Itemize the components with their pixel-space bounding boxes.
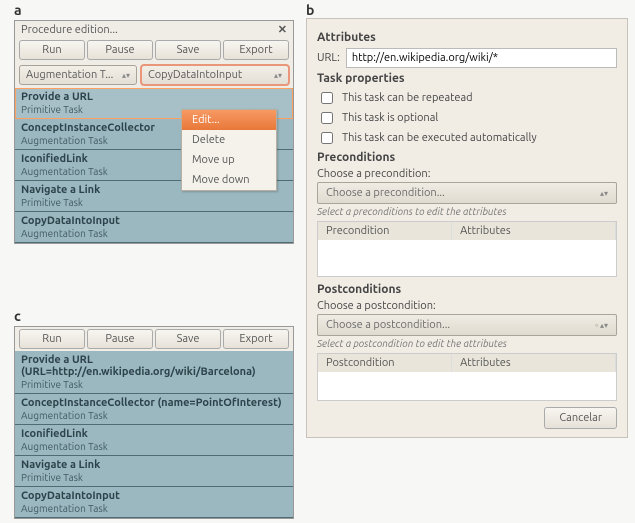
save-button[interactable]: Save (155, 40, 221, 60)
save-button[interactable]: Save (155, 329, 221, 349)
panel-b: Attributes URL: Task properties This tas… (306, 18, 628, 438)
precondition-dropdown-label: Choose a precondition... (326, 187, 445, 199)
task-list-c: Provide a URL (URL=http://en.wikipedia.o… (15, 351, 293, 518)
precondition-col1: Precondition (318, 222, 452, 240)
task-row[interactable]: CopyDataIntoInput Augmentation Task (15, 487, 293, 518)
task-row[interactable]: Provide a URL (URL=http://en.wikipedia.o… (15, 351, 293, 394)
panel-a-header: Procedure edition... ✕ (15, 21, 293, 38)
label-b: b (306, 2, 314, 18)
optional-label: This task is optional (342, 112, 438, 124)
task-type-combo[interactable]: Augmentation T... ▴▾ (19, 65, 137, 85)
preconditions-header: Preconditions (317, 151, 617, 164)
export-button[interactable]: Export (223, 40, 289, 60)
task-select-combo-label: CopyDataIntoInput (148, 69, 242, 81)
task-select-combo[interactable]: CopyDataIntoInput ▴▾ (141, 65, 289, 85)
repeatable-label: This task can be repeatead (342, 92, 473, 104)
run-button[interactable]: Run (19, 329, 85, 349)
cancel-button[interactable]: Cancelar (544, 407, 617, 429)
postcondition-col2: Attributes (452, 354, 616, 372)
precondition-hint: Select a preconditions to edit the attri… (317, 206, 617, 217)
context-menu: Edit... Delete Move up Move down (181, 109, 277, 191)
task-type-combo-label: Augmentation T... (26, 69, 113, 81)
task-row[interactable]: ConceptInstanceCollector (name=PointOfIn… (15, 394, 293, 425)
postcondition-table: Postcondition Attributes (317, 353, 617, 401)
task-sub: Augmentation Task (15, 227, 293, 242)
chevron-updown-icon: ▴▾ (600, 189, 608, 198)
menu-item-movedown[interactable]: Move down (182, 170, 276, 190)
task-title: Provide a URL (URL=http://en.wikipedia.o… (15, 351, 293, 378)
label-a: a (14, 2, 22, 18)
task-title: CopyDataIntoInput (15, 487, 293, 502)
task-title: Navigate a Link (15, 456, 293, 471)
chevron-updown-icon: ▴▾ (274, 71, 282, 80)
export-button[interactable]: Export (223, 329, 289, 349)
precondition-choose-label: Choose a precondition: (317, 168, 617, 180)
optional-checkbox[interactable] (321, 112, 333, 124)
postcondition-choose-label: Choose a postcondition: (317, 300, 617, 312)
task-title: ConceptInstanceCollector (name=PointOfIn… (15, 394, 293, 409)
precondition-col2: Attributes (452, 222, 616, 240)
precondition-dropdown[interactable]: Choose a precondition... ▴▾ (317, 182, 617, 204)
chevron-updown-icon: ▴▾ (122, 71, 130, 80)
precondition-tbody (318, 240, 616, 276)
chevron-updown-icon: ▫ ▴▾ (595, 321, 608, 330)
precondition-table: Precondition Attributes (317, 221, 617, 277)
close-icon[interactable]: ✕ (278, 23, 287, 36)
menu-item-moveup[interactable]: Move up (182, 150, 276, 170)
menu-item-edit[interactable]: Edit... (182, 110, 276, 130)
task-sub: Primitive Task (15, 196, 293, 211)
pause-button[interactable]: Pause (87, 40, 153, 60)
task-title: CopyDataIntoInput (15, 212, 293, 227)
repeatable-checkbox[interactable] (321, 92, 333, 104)
postconditions-header: Postconditions (317, 283, 617, 296)
postcondition-hint: Select a postcondition to edit the attri… (317, 338, 617, 349)
task-sub: Primitive Task (15, 378, 293, 393)
attributes-header: Attributes (317, 31, 617, 44)
task-row[interactable]: Navigate a Link Primitive Task (15, 456, 293, 487)
pause-button[interactable]: Pause (87, 329, 153, 349)
task-title: IconifiedLink (15, 425, 293, 440)
task-sub: Augmentation Task (15, 409, 293, 424)
task-sub: Augmentation Task (15, 502, 293, 517)
task-sub: Augmentation Task (15, 440, 293, 455)
menu-item-delete[interactable]: Delete (182, 130, 276, 150)
task-title: Provide a URL (15, 88, 293, 103)
run-button[interactable]: Run (19, 40, 85, 60)
task-row[interactable]: CopyDataIntoInput Augmentation Task (15, 212, 293, 243)
postcondition-tbody (318, 372, 616, 400)
url-input[interactable] (346, 48, 617, 68)
panel-a-title: Procedure edition... (21, 24, 118, 36)
postcondition-dropdown[interactable]: Choose a postcondition... ▫ ▴▾ (317, 314, 617, 336)
postcondition-col1: Postcondition (318, 354, 452, 372)
task-row[interactable]: IconifiedLink Augmentation Task (15, 425, 293, 456)
task-sub: Primitive Task (15, 471, 293, 486)
automatic-checkbox[interactable] (321, 132, 333, 144)
task-properties-header: Task properties (317, 72, 617, 85)
automatic-label: This task can be executed automatically (342, 132, 537, 144)
panel-c: Run Pause Save Export Provide a URL (URL… (14, 326, 294, 519)
url-label: URL: (317, 52, 340, 64)
label-c: c (14, 308, 21, 324)
postcondition-dropdown-label: Choose a postcondition... (326, 319, 450, 331)
